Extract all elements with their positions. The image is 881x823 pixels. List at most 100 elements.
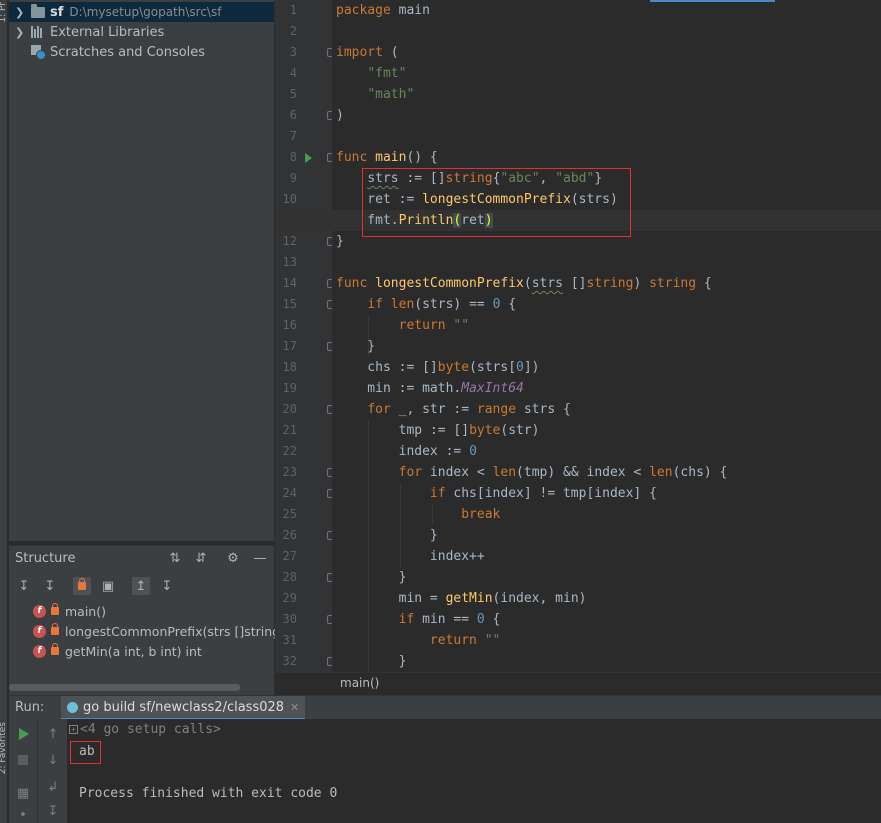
line-number: 8 [289,150,297,164]
highlight-box-output [70,741,101,764]
tree-item-sf[interactable]: ❯ sf D:\mysetup\gopath\src\sf [9,2,274,22]
rerun-icon[interactable] [16,726,32,742]
code-line: package main [336,3,430,18]
run-tab-title: go build sf/newclass2/class028 [83,699,285,715]
structure-item-label: longestCommonPrefix(strs []string) [65,623,285,639]
tree-item-scratches[interactable]: Scratches and Consoles [9,42,274,62]
code-line: tmp := []byte(str) [336,423,540,438]
code-line: } [336,528,438,543]
code-line: } [336,570,407,585]
go-icon [67,701,78,713]
line-number: 32 [282,654,297,668]
soft-wrap-icon[interactable]: ↲ [45,779,61,795]
structure-item-getmin[interactable]: f getMin(a int, b int) int [33,641,202,661]
line-number: 2 [289,24,297,38]
code-line: chs := []byte(strs[0]) [336,360,540,375]
code-editor[interactable] [332,0,881,672]
line-number: 9 [289,171,297,185]
line-number: 29 [282,591,297,605]
minimize-icon[interactable]: — [251,549,269,567]
favorites-tool-tab[interactable]: 2: Favorites [0,722,8,774]
line-number: 14 [282,276,297,290]
function-icon: f [33,624,46,638]
line-number: 30 [282,612,297,626]
line-number: 25 [282,507,297,521]
lock-icon [51,623,59,635]
code-line: import ( [336,45,399,60]
pin-icon[interactable]: • [15,807,31,823]
code-line: if len(strs) == 0 { [367,297,517,312]
folder-icon [31,3,45,18]
code-line: for _, str := range strs { [367,402,571,417]
code-line: min = getMin(index, min) [336,591,587,606]
function-icon: f [33,644,46,658]
line-number: 1 [289,3,297,17]
run-tab[interactable]: go build sf/newclass2/class028 ✕ [61,696,306,720]
lock-icon [51,603,59,615]
sort-by-visibility-icon[interactable]: ↧ [15,577,33,595]
gear-icon[interactable]: ⚙ [224,549,242,567]
line-number: 23 [282,465,297,479]
show-fields-icon[interactable]: ▣ [99,577,117,595]
expand-all-icon[interactable]: ⇅ [166,549,184,567]
structure-title: Structure [15,551,76,566]
chevron-right-icon[interactable]: ❯ [15,26,27,39]
line-number: 24 [282,486,297,500]
code-line: break [461,507,501,522]
line-number: 7 [289,129,297,143]
line-number: 3 [289,45,297,59]
show-non-public-icon[interactable] [73,577,91,595]
project-panel: ❯ sf D:\mysetup\gopath\src\sf ❯ External… [9,0,274,541]
layout-icon[interactable]: ▦ [15,785,31,801]
tree-item-external-libraries[interactable]: ❯ External Libraries [9,22,274,42]
tree-item-label: External Libraries [50,24,165,40]
autoscroll-from-source-icon[interactable]: ↧ [158,577,176,595]
run-label: Run: [15,700,45,715]
up-arrow-icon[interactable]: ↑ [45,726,61,742]
down-arrow-icon[interactable]: ↓ [45,752,61,768]
code-line: "math" [367,87,415,102]
expand-icon[interactable]: + [69,725,78,734]
structure-panel: Structure ⇅ ⇵ ⚙ — ↧ ↧ ▣ ↥ ↧ f main() f l… [9,545,285,695]
scroll-to-end-icon[interactable]: ↧ [45,803,61,819]
stop-icon[interactable] [15,752,31,768]
code-line: } [336,654,407,669]
run-gutter-icon[interactable] [305,153,312,163]
sort-alphabetically-icon[interactable]: ↧ [41,577,59,595]
left-tool-strip: 1: Pr 2: Favorites [0,0,8,823]
console-output[interactable]: + <4 go setup calls> ab Process finished … [67,719,881,823]
horizontal-scrollbar[interactable] [9,684,240,691]
structure-item-main[interactable]: f main() [33,601,106,621]
chevron-right-icon[interactable]: ❯ [15,6,27,19]
line-number: 20 [282,402,297,416]
close-icon[interactable]: ✕ [290,701,299,714]
scratches-icon [31,45,46,60]
structure-item-label: main() [65,603,106,619]
code-line: return "" [429,633,501,648]
code-line: ) [336,108,344,123]
code-line: return "" [398,318,470,333]
code-line: if chs[index] != tmp[index] { [429,486,657,501]
line-number: 12 [282,234,297,248]
autoscroll-to-source-icon[interactable]: ↥ [132,577,150,595]
line-number: 28 [282,570,297,584]
code-line: for index < len(tmp) && index < len(chs)… [398,465,728,480]
collapsed-setup-calls[interactable]: + <4 go setup calls> [69,722,221,737]
breadcrumb: main() [275,672,881,694]
line-number: 4 [289,66,297,80]
tree-item-label: Scratches and Consoles [50,44,206,60]
line-number: 10 [282,192,297,206]
structure-item-longestcommonprefix[interactable]: f longestCommonPrefix(strs []string) [33,621,285,641]
editor-gutter: 1234567891011121314151617181920212223242… [275,0,336,672]
code-line: index++ [336,549,485,564]
breadcrumb-item[interactable]: main() [340,676,379,690]
code-line: func longestCommonPrefix(strs []string) … [336,276,712,291]
run-controls: ▦ • [9,719,37,823]
code-line: } [336,234,344,249]
console-exit-line: Process finished with exit code 0 [79,786,338,801]
line-number: 21 [282,423,297,437]
collapse-all-icon[interactable]: ⇵ [192,549,210,567]
project-tool-tab[interactable]: 1: Pr [0,2,8,23]
code-line: index := 0 [336,444,477,459]
editor-tab-indicator [650,0,775,2]
